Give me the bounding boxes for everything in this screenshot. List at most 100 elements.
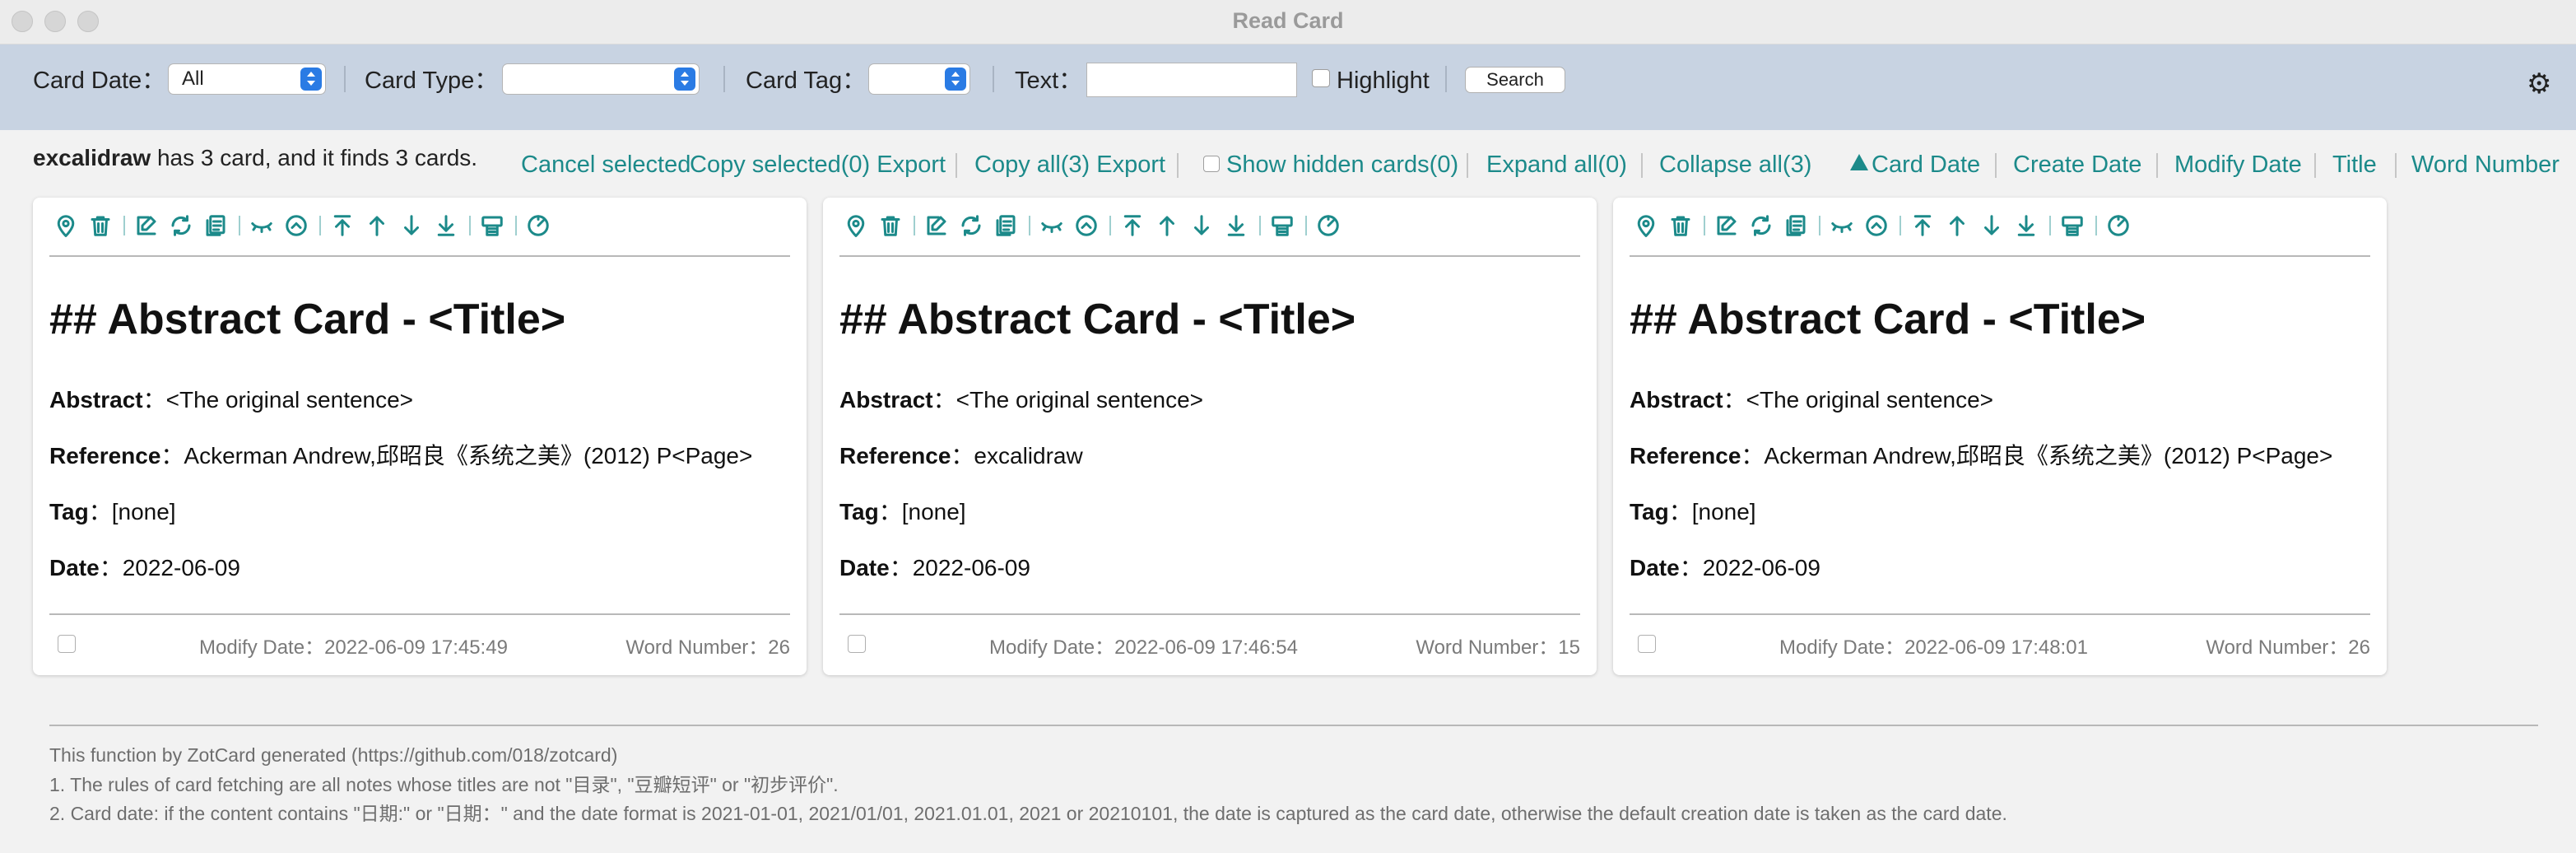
date-label: Date [1630,555,1680,580]
refresh-icon[interactable] [1746,211,1776,240]
sort-word-number-link[interactable]: Word Number [2411,148,2560,181]
copy-icon[interactable] [1781,211,1811,240]
trash-icon[interactable] [1666,211,1695,240]
modify-date-value: 2022-06-09 17:46:54 [1114,636,1298,659]
card-divider [49,255,790,257]
icon-divider [1305,216,1307,235]
move-top-icon[interactable] [328,211,357,240]
note-card: ## Abstract Card - <Title> Abstract：<The… [1613,198,2387,675]
card-heading: ## Abstract Card - <Title> [839,296,1356,343]
card-select-checkbox[interactable] [58,635,76,653]
move-down-icon[interactable] [397,211,426,240]
sort-title-link[interactable]: Title [2332,148,2377,181]
copy-icon[interactable] [201,211,230,240]
move-top-icon[interactable] [1118,211,1147,240]
stats-gauge-icon[interactable] [523,211,553,240]
move-bottom-icon[interactable] [431,211,461,240]
refresh-icon[interactable] [166,211,196,240]
sort-modify-date-link[interactable]: Modify Date [2174,148,2302,181]
abstract-value: <The original sentence> [165,387,414,413]
show-hidden-cards-link[interactable]: Show hidden cards(0) [1226,148,1458,181]
modify-date-label: Modify Date： [199,636,325,659]
highlight-checkbox[interactable] [1312,69,1330,87]
move-down-icon[interactable] [1187,211,1216,240]
show-hidden-checkbox[interactable] [1203,156,1220,172]
copy-icon[interactable] [991,211,1021,240]
hide-eye-icon[interactable] [247,211,277,240]
toolbar-divider [344,66,346,92]
move-top-icon[interactable] [1908,211,1937,240]
move-bottom-icon[interactable] [1221,211,1251,240]
cancel-selected-link[interactable]: Cancel selected [521,148,690,181]
print-icon[interactable] [1267,211,1297,240]
card-select-checkbox[interactable] [848,635,866,653]
icon-divider [239,216,240,235]
refresh-icon[interactable] [956,211,986,240]
tag-value: [none] [111,499,176,524]
collapse-all-link[interactable]: Collapse all(3) [1659,148,1811,181]
abstract-label: Abstract [49,387,143,413]
icon-divider [319,216,321,235]
move-up-icon[interactable] [1942,211,1972,240]
location-pin-icon[interactable] [51,211,81,240]
collapse-circle-icon[interactable] [1862,211,1891,240]
modify-date-text: Modify Date：2022-06-09 17:46:54 [989,631,1298,660]
note-card: ## Abstract Card - <Title> Abstract：<The… [823,198,1597,675]
copy-all-export-link[interactable]: Copy all(3) Export [974,148,1165,181]
location-pin-icon[interactable] [841,211,871,240]
stats-gauge-icon[interactable] [1314,211,1343,240]
abstract-label: Abstract [839,387,933,413]
tag-label: Tag [1630,499,1669,524]
footer-note-generator: This function by ZotCard generated (http… [49,744,618,766]
icon-divider [469,216,471,235]
icon-divider [1899,216,1901,235]
collapse-circle-icon[interactable] [1072,211,1101,240]
card-heading: ## Abstract Card - <Title> [1630,296,2146,343]
hide-eye-icon[interactable] [1827,211,1857,240]
move-down-icon[interactable] [1977,211,2006,240]
card-select-checkbox[interactable] [1638,635,1656,653]
print-icon[interactable] [2058,211,2087,240]
search-button[interactable]: Search [1465,67,1565,93]
results-summary: excalidraw has 3 card, and it finds 3 ca… [33,145,477,171]
sort-card-date-link[interactable]: Card Date [1850,148,1980,181]
sort-create-date-link[interactable]: Create Date [2013,148,2141,181]
reference-label: Reference [839,443,951,468]
date-value: 2022-06-09 [122,555,240,580]
filter-toolbar: Card Date： All Card Type： Card Tag： Text… [0,44,2576,130]
card-type-label: Card Type： [365,68,499,94]
abstract-field: Abstract：<The original sentence> [49,387,414,413]
modify-date-text: Modify Date：2022-06-09 17:45:49 [199,631,508,660]
expand-all-link[interactable]: Expand all(0) [1486,148,1627,181]
date-label: Date [49,555,100,580]
card-type-select[interactable] [502,63,700,95]
icon-divider [2095,216,2097,235]
date-field: Date：2022-06-09 [49,555,240,580]
edit-icon[interactable] [1712,211,1741,240]
trash-icon[interactable] [86,211,115,240]
card-tag-select[interactable] [868,63,970,95]
card-divider [1630,255,2370,257]
move-up-icon[interactable] [1152,211,1182,240]
date-field: Date：2022-06-09 [839,555,1030,580]
collapse-circle-icon[interactable] [281,211,311,240]
trash-icon[interactable] [876,211,905,240]
card-toolbar [841,211,1348,240]
print-icon[interactable] [477,211,507,240]
gear-icon[interactable]: ⚙ [2527,70,2553,98]
hide-eye-icon[interactable] [1037,211,1067,240]
icon-divider [123,216,125,235]
tag-value: [none] [1691,499,1756,524]
location-pin-icon[interactable] [1631,211,1661,240]
move-up-icon[interactable] [362,211,392,240]
card-date-select[interactable]: All [168,63,326,95]
text-search-input[interactable] [1086,63,1297,97]
copy-selected-export-link[interactable]: Copy selected(0) Export [690,148,946,181]
edit-icon[interactable] [922,211,951,240]
modify-date-value: 2022-06-09 17:48:01 [1904,636,2088,659]
edit-icon[interactable] [132,211,161,240]
move-bottom-icon[interactable] [2011,211,2041,240]
results-count-text: has 3 card, and it finds 3 cards. [151,145,478,170]
card-divider [1630,613,2370,615]
stats-gauge-icon[interactable] [2104,211,2133,240]
